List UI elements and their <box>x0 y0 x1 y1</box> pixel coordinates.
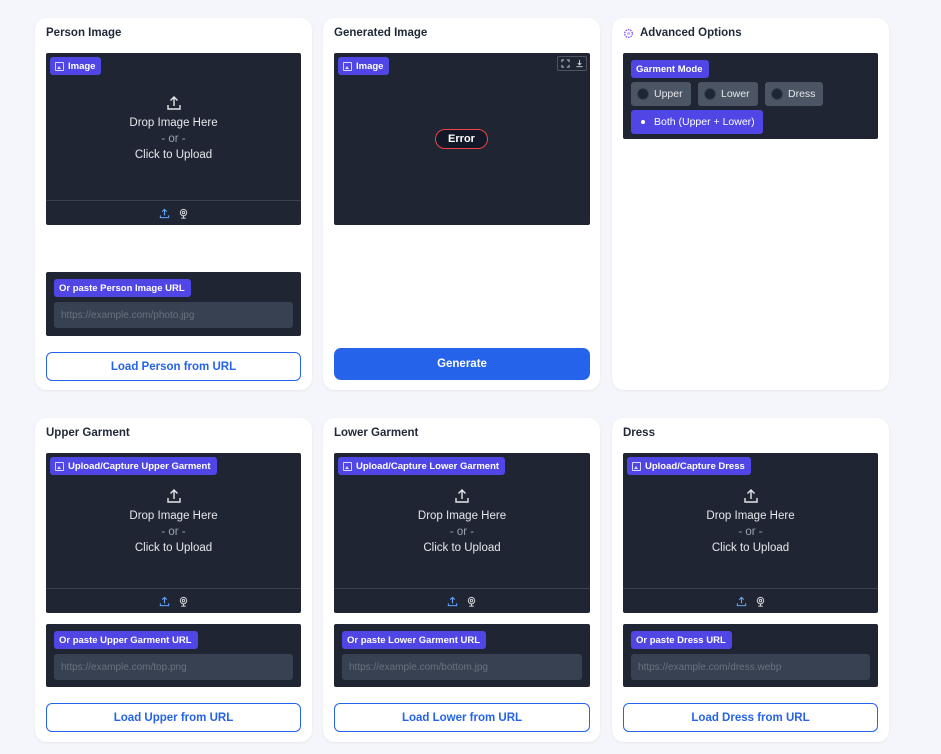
drop-or-text: - or - <box>161 133 186 145</box>
drop-text: Drop Image Here <box>417 510 507 522</box>
lower-garment-title: Lower Garment <box>334 427 419 439</box>
person-image-dropzone[interactable]: Image Drop Image Here - or - Click to Up… <box>46 53 301 225</box>
radio-upper[interactable]: Upper <box>631 82 691 106</box>
upper-garment-title: Upper Garment <box>46 427 130 439</box>
error-badge: Error <box>435 129 488 149</box>
dress-card: Dress Upload/Capture Dress Drop Image He… <box>612 418 889 742</box>
generate-button[interactable]: Generate <box>334 348 590 380</box>
lower-url-badge: Or paste Lower Garment URL <box>342 631 487 649</box>
advanced-options-title: Advanced Options <box>640 27 742 39</box>
drop-text: Drop Image Here <box>129 117 218 129</box>
image-icon <box>632 461 641 471</box>
upper-url-panel: Or paste Upper Garment URL <box>46 624 301 687</box>
click-upload-text: Click to Upload <box>134 149 213 161</box>
load-lower-button[interactable]: Load Lower from URL <box>334 703 590 732</box>
load-upper-button[interactable]: Load Upper from URL <box>46 703 301 732</box>
load-person-button[interactable]: Load Person from URL <box>46 352 301 381</box>
radio-lower[interactable]: Lower <box>698 82 758 106</box>
upper-url-input[interactable] <box>54 654 293 680</box>
lower-garment-dropzone[interactable]: Upload/Capture Lower Garment Drop Image … <box>334 453 590 613</box>
download-icon[interactable] <box>572 57 586 70</box>
upload-source-icon[interactable] <box>159 596 170 607</box>
click-upload-text: Click to Upload <box>134 542 213 554</box>
upload-source-icon[interactable] <box>447 596 458 607</box>
dress-dropzone[interactable]: Upload/Capture Dress Drop Image Here - o… <box>623 453 878 613</box>
person-url-badge: Or paste Person Image URL <box>54 279 191 297</box>
lower-url-input[interactable] <box>342 654 582 680</box>
click-upload-text: Click to Upload <box>423 542 501 554</box>
source-toolbar <box>623 588 878 613</box>
drop-or-text: - or - <box>738 526 763 538</box>
drop-or-text: - or - <box>161 526 186 538</box>
generated-image-badge: Image <box>338 57 390 75</box>
load-dress-button[interactable]: Load Dress from URL <box>623 703 878 732</box>
fullscreen-icon[interactable] <box>558 57 572 70</box>
dress-title: Dress <box>623 427 655 439</box>
generated-image-title: Generated Image <box>334 27 428 39</box>
radio-circle <box>637 88 649 100</box>
gear-icon <box>623 28 634 38</box>
image-icon <box>55 61 64 71</box>
lower-url-panel: Or paste Lower Garment URL <box>334 624 590 687</box>
garment-mode-label: Garment Mode <box>631 60 709 78</box>
upper-garment-card: Upper Garment Upload/Capture Upper Garme… <box>35 418 312 742</box>
advanced-options-card: Advanced Options Garment Mode Upper Lowe… <box>612 18 889 390</box>
image-icon <box>343 461 352 471</box>
upload-icon <box>166 96 181 110</box>
drop-or-text: - or - <box>449 526 475 538</box>
generated-image-card: Generated Image Image Error Generate <box>323 18 600 390</box>
garment-mode-panel: Garment Mode Upper Lower Dress Both (Upp… <box>623 53 878 139</box>
upload-source-icon[interactable] <box>159 208 170 219</box>
person-url-panel: Or paste Person Image URL <box>46 272 301 336</box>
radio-circle <box>704 88 716 100</box>
upper-garment-dropzone[interactable]: Upload/Capture Upper Garment Drop Image … <box>46 453 301 613</box>
source-toolbar <box>46 588 301 613</box>
drop-text: Drop Image Here <box>706 510 795 522</box>
image-icon <box>343 61 352 71</box>
upload-source-icon[interactable] <box>736 596 747 607</box>
upper-url-badge: Or paste Upper Garment URL <box>54 631 198 649</box>
dress-badge: Upload/Capture Dress <box>627 457 751 475</box>
person-image-title: Person Image <box>46 27 122 39</box>
dress-url-input[interactable] <box>631 654 870 680</box>
person-image-card: Person Image Image Drop Image Here - or … <box>35 18 312 390</box>
lower-garment-badge: Upload/Capture Lower Garment <box>338 457 506 475</box>
radio-circle-selected <box>637 116 649 128</box>
webcam-source-icon[interactable] <box>178 596 189 607</box>
radio-both[interactable]: Both (Upper + Lower) <box>631 110 763 134</box>
upload-icon <box>455 489 469 503</box>
upload-icon <box>166 489 181 503</box>
source-toolbar <box>46 200 301 225</box>
person-image-badge: Image <box>50 57 102 75</box>
generated-image-output: Image Error <box>334 53 590 225</box>
upload-icon <box>743 489 758 503</box>
radio-circle <box>771 88 783 100</box>
dress-url-badge: Or paste Dress URL <box>631 631 732 649</box>
webcam-source-icon[interactable] <box>466 596 477 607</box>
click-upload-text: Click to Upload <box>711 542 790 554</box>
radio-dress[interactable]: Dress <box>765 82 824 106</box>
source-toolbar <box>334 588 590 613</box>
webcam-source-icon[interactable] <box>178 208 189 219</box>
image-icon <box>55 461 64 471</box>
lower-garment-card: Lower Garment Upload/Capture Lower Garme… <box>323 418 600 742</box>
dress-url-panel: Or paste Dress URL <box>623 624 878 687</box>
person-url-input[interactable] <box>54 302 293 328</box>
image-tools <box>557 56 587 71</box>
upper-garment-badge: Upload/Capture Upper Garment <box>50 457 217 475</box>
webcam-source-icon[interactable] <box>755 596 766 607</box>
drop-text: Drop Image Here <box>129 510 218 522</box>
